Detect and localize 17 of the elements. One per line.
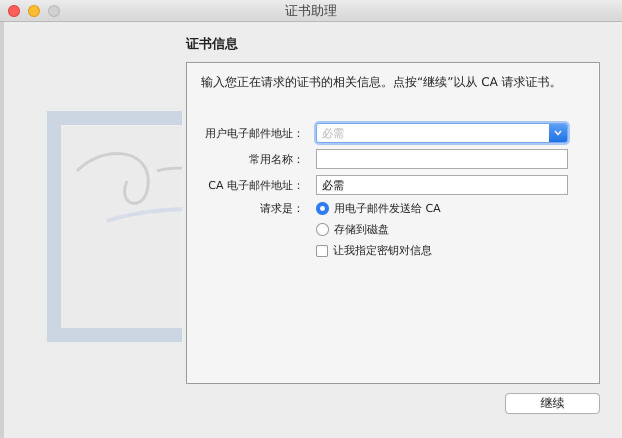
text-field[interactable] bbox=[316, 149, 568, 169]
minimize-button[interactable] bbox=[28, 4, 40, 16]
continue-button[interactable]: 继续 bbox=[505, 393, 600, 414]
close-button[interactable] bbox=[8, 4, 20, 16]
chevron-down-icon bbox=[554, 130, 562, 136]
field-label: 常用名称： bbox=[249, 152, 304, 166]
field-label: 用户电子邮件地址： bbox=[205, 126, 304, 140]
request-label: 请求是： bbox=[260, 201, 304, 216]
section-heading: 证书信息 bbox=[186, 36, 238, 54]
text-field[interactable]: 必需 bbox=[316, 175, 568, 195]
field-label: CA 电子邮件地址： bbox=[208, 178, 304, 192]
instruction-text: 输入您正在请求的证书的相关信息。点按“继续”以从 CA 请求证书。 bbox=[201, 74, 562, 91]
radio-option[interactable]: 用电子邮件发送给 CA bbox=[316, 201, 441, 216]
zoom-button[interactable] bbox=[48, 4, 60, 16]
radio-option[interactable]: 存储到磁盘 bbox=[316, 222, 389, 237]
checkbox-option[interactable]: 让我指定密钥对信息 bbox=[316, 243, 432, 258]
window-title: 证书助理 bbox=[285, 4, 337, 18]
